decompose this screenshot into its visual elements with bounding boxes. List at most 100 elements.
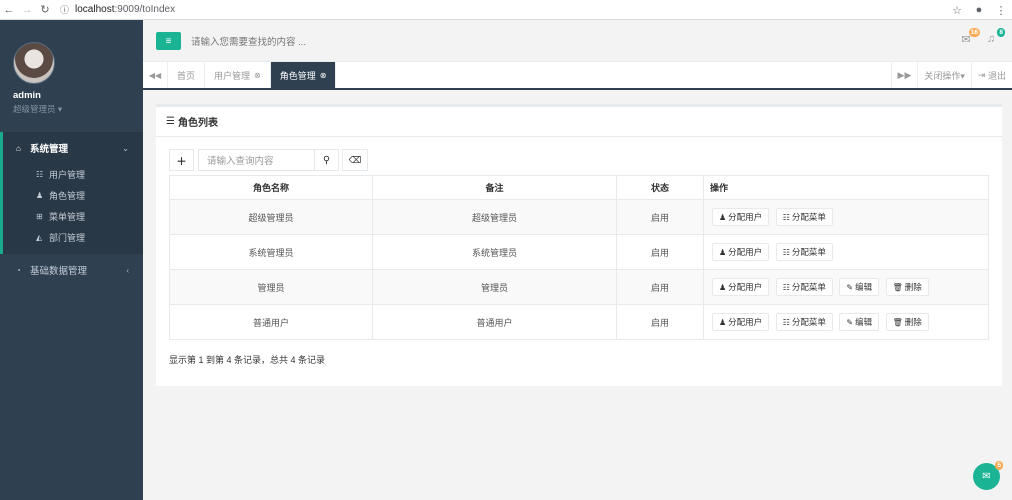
cell-status: 启用 [616,269,704,305]
assign-menu-button[interactable]: ☷ 分配菜单 [775,278,833,296]
address-bar[interactable]: ⓘ localhost:9009/toIndex [60,3,175,16]
table-toolbar: ＋ 请输入查询内容 ⚲ ⌫ [169,149,368,171]
cell-role-name: 普通用户 [169,304,373,340]
cell-status: 启用 [616,304,704,340]
logout-button[interactable]: ⇥ 退出 [970,62,1012,88]
tab-scroll-left-icon[interactable]: ◀◀ [143,62,168,88]
users-icon: ☷ [36,170,44,179]
column-header-role-name[interactable]: 角色名称 [169,175,373,200]
cell-remark: 系统管理员 [372,234,617,270]
tab-label: 用户管理 [214,70,251,81]
global-search-input[interactable] [191,34,491,50]
assign-menu-button[interactable]: ☷ 分配菜单 [775,313,833,331]
sidebar-item-label: 用户管理 [49,170,86,180]
sidebar-item-roles[interactable]: ♟ 角色管理 [3,185,143,206]
info-icon: ⓘ [60,5,70,15]
trash-icon: 🗑 [892,317,903,327]
tab-home[interactable]: 首页 [168,62,206,88]
chevron-down-icon: ⌄ [122,143,129,153]
assign-user-button[interactable]: ♟ 分配用户 [712,313,770,331]
tab-users[interactable]: 用户管理 ⊗ [205,62,271,88]
sign-out-icon: ⇥ [977,69,986,80]
edit-button[interactable]: ✎ 编辑 [839,313,880,331]
bookmark-star-icon[interactable]: ☆ [946,4,968,17]
assign-menu-button[interactable]: ☷ 分配菜单 [775,208,833,226]
cell-operations: ♟ 分配用户 ☷ 分配菜单 [703,199,989,235]
button-label: 分配用户 [728,247,763,257]
list-icon: ☷ [782,282,790,292]
delete-button[interactable]: 🗑 删除 [885,278,929,296]
search-button[interactable]: ⚲ [315,149,339,171]
cell-role-name: 超级管理员 [169,199,373,235]
pie-chart-icon: ◔ [16,265,21,275]
close-icon[interactable]: ⊗ [254,71,261,80]
list-icon: ☷ [782,317,790,327]
chat-button[interactable]: ✉ 5 [973,461,1003,490]
tab-roles[interactable]: 角色管理 ⊗ [270,62,337,88]
browser-menu-icon[interactable]: ⋮ [990,4,1012,17]
avatar[interactable] [13,42,55,84]
tab-label: 首页 [177,70,196,81]
button-label: 分配菜单 [791,282,826,292]
back-arrow-icon[interactable]: ← [0,0,18,20]
column-header-remark[interactable]: 备注 [372,175,617,200]
account-icon[interactable]: ● [968,4,990,16]
pencil-icon: ✎ [846,282,854,292]
browser-toolbar: ← → ↻ ⓘ localhost:9009/toIndex ☆ ● ⋮ [0,0,1012,20]
user-profile: admin 超级管理员 ▾ [0,20,143,125]
assign-menu-button[interactable]: ☷ 分配菜单 [775,243,833,261]
reload-icon[interactable]: ↻ [36,0,54,20]
pagination-info: 显示第 1 到第 4 条记录，总共 4 条记录 [169,355,326,365]
cell-role-name: 管理员 [169,269,373,305]
cell-role-name: 系统管理员 [169,234,373,270]
sidebar: admin 超级管理员 ▾ ⌂ 系统管理 ⌄ ☷ 用户管理 ♟ 角色管理 ⊞ 菜… [0,20,143,500]
list-icon: ☰ [166,116,175,127]
mail-icon[interactable]: ✉ 16 [959,28,980,47]
bell-count-badge: 8 [997,28,1005,37]
url-path: :9009/toIndex [114,4,176,15]
add-button[interactable]: ＋ [169,149,194,171]
assign-user-button[interactable]: ♟ 分配用户 [712,278,770,296]
sidebar-item-label: 基础数据管理 [30,266,88,277]
table-row: 系统管理员 系统管理员 启用 ♟ 分配用户 ☷ 分配菜单 [169,234,989,270]
user-icon: ♟ [719,247,727,257]
button-label: 删除 [904,282,922,292]
button-label: 分配用户 [728,282,763,292]
url-host: localhost [75,4,115,15]
eraser-icon: ⌫ [348,154,362,165]
sidebar-item-menus[interactable]: ⊞ 菜单管理 [3,206,143,227]
column-header-status[interactable]: 状态 [616,175,704,200]
edit-button[interactable]: ✎ 编辑 [839,278,880,296]
bell-icon[interactable]: ♫ 8 [984,28,1005,47]
close-icon[interactable]: ⊗ [320,71,327,80]
button-label: 分配用户 [728,317,763,327]
assign-user-button[interactable]: ♟ 分配用户 [712,243,770,261]
menu-toggle-button[interactable]: ≡ [156,32,181,50]
search-icon: ⚲ [322,154,331,166]
cell-operations: ♟ 分配用户 ☷ 分配菜单 ✎ 编辑 🗑 删除 [703,269,989,305]
tab-scroll-right-icon[interactable]: ▶▶ [890,62,918,88]
column-header-operations: 操作 [703,175,989,200]
search-input[interactable]: 请输入查询内容 [198,149,315,171]
sidebar-item-basic-data[interactable]: ◔ 基础数据管理 ‹ [0,254,143,286]
forward-arrow-icon[interactable]: → [18,0,36,20]
cell-remark: 超级管理员 [372,199,617,235]
chevron-left-icon: ‹ [126,265,129,275]
sidebar-item-departments[interactable]: ◭ 部门管理 [3,227,143,248]
assign-user-button[interactable]: ♟ 分配用户 [712,208,770,226]
user-role-dropdown[interactable]: 超级管理员 ▾ [13,103,143,115]
button-label: 分配菜单 [791,317,826,327]
table-header-row: 角色名称 备注 状态 操作 [169,175,989,200]
cell-status: 启用 [616,199,704,235]
close-operations-dropdown[interactable]: 关闭操作▾ [917,62,971,88]
sidebar-item-users[interactable]: ☷ 用户管理 [3,164,143,185]
delete-button[interactable]: 🗑 删除 [885,313,929,331]
sidebar-item-system-management[interactable]: ⌂ 系统管理 ⌄ [3,132,143,164]
user-name: admin [13,90,41,101]
table-row: 超级管理员 超级管理员 启用 ♟ 分配用户 ☷ 分配菜单 [169,199,989,235]
clear-button[interactable]: ⌫ [342,149,368,171]
sidebar-item-label: 角色管理 [49,191,86,201]
sidebar-item-label: 系统管理 [30,144,69,155]
sidebar-group-system: ⌂ 系统管理 ⌄ ☷ 用户管理 ♟ 角色管理 ⊞ 菜单管理 ◭ 部门管理 [0,132,143,254]
table-row: 普通用户 普通用户 启用 ♟ 分配用户 ☷ 分配菜单 ✎ 编辑 🗑 删除 [169,304,989,340]
